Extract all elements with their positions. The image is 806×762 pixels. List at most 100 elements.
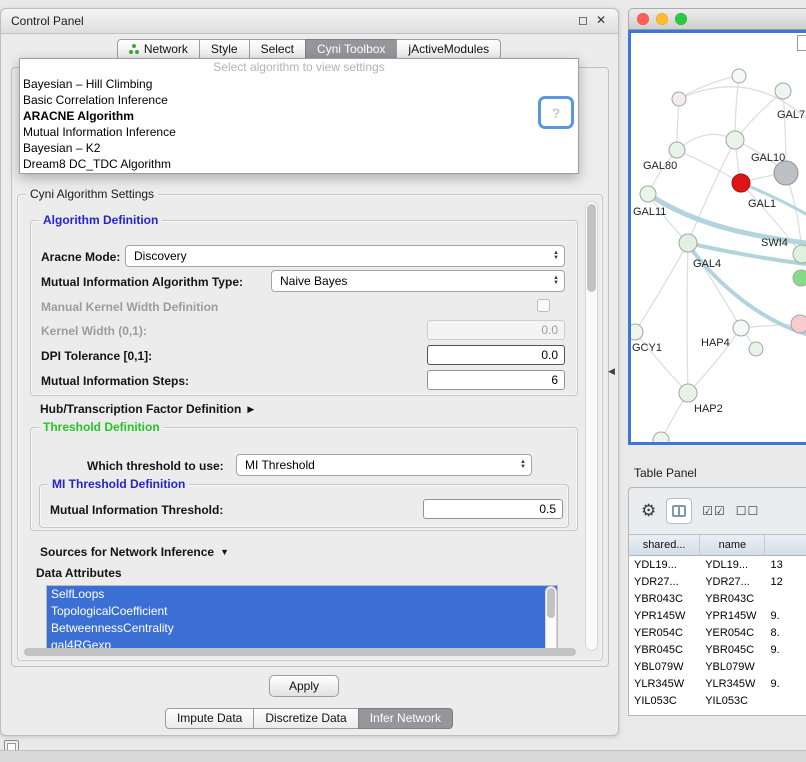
tab-impute-data[interactable]: Impute Data: [165, 708, 254, 729]
network-node-gal80[interactable]: [669, 142, 685, 158]
tab-select[interactable]: Select: [249, 39, 306, 60]
help-button[interactable]: ?: [538, 96, 574, 129]
aracne-mode-value: Discovery: [134, 249, 187, 263]
network-node[interactable]: [732, 69, 746, 83]
cyni-algorithm-settings-group: Cyni Algorithm Settings Algorithm Defini…: [17, 194, 603, 661]
settings-horizontal-scrollbar[interactable]: [24, 648, 576, 656]
settings-vertical-scrollbar[interactable]: [585, 201, 598, 651]
network-canvas[interactable]: GAL7GAL80GAL10GAL1GAL11GAL4SWI4GCY1HAP4H…: [628, 30, 806, 445]
kernel-width-field[interactable]: 0.0: [427, 320, 565, 340]
apply-button[interactable]: Apply: [269, 675, 339, 697]
network-node-gal1[interactable]: [732, 174, 750, 192]
network-node-hap4[interactable]: [749, 342, 763, 356]
attribute-item-betweennesscentrality[interactable]: BetweennessCentrality: [47, 620, 557, 637]
table-cell: 12: [765, 576, 806, 588]
network-edge[interactable]: [735, 91, 783, 140]
network-node-hap2[interactable]: [679, 384, 697, 402]
expanded-arrow-icon: ▼: [220, 547, 229, 557]
algorithm-option-mutual-information-inference[interactable]: Mutual Information Inference: [20, 124, 578, 140]
column-header-2[interactable]: [765, 535, 806, 555]
network-edge[interactable]: [677, 150, 741, 183]
minimize-traffic-light[interactable]: [656, 13, 668, 25]
network-node[interactable]: [672, 92, 686, 106]
hub-definition-toggle[interactable]: Hub/Transcription Factor Definition ▶: [40, 402, 254, 416]
gear-icon[interactable]: ⚙: [641, 501, 656, 521]
select-all-icon[interactable]: ☑☑: [702, 504, 726, 518]
mi-algorithm-type-select[interactable]: Naive Bayes ▲▼: [271, 270, 565, 292]
network-edge[interactable]: [735, 76, 739, 140]
network-node[interactable]: [653, 432, 669, 442]
float-window-icon[interactable]: ◻: [578, 13, 588, 27]
splitter-collapse-icon[interactable]: ◀: [608, 366, 615, 377]
node-label-gal4: GAL4: [693, 258, 721, 270]
show-columns-button[interactable]: [666, 498, 692, 524]
scrollbar-thumb[interactable]: [587, 204, 596, 292]
tab-jactivemodules[interactable]: jActiveModules: [396, 39, 501, 60]
network-node-gal10[interactable]: [726, 131, 744, 149]
table-row[interactable]: YBR045CYBR045C9.: [629, 641, 806, 658]
deselect-all-icon[interactable]: ☐☐: [736, 504, 760, 518]
data-attributes-list[interactable]: SelfLoopsTopologicalCoefficientBetweenne…: [46, 585, 558, 655]
network-edge[interactable]: [687, 243, 688, 393]
table-row[interactable]: YLR345WYLR345W9.: [629, 675, 806, 692]
control-panel-titlebar[interactable]: Control Panel ◻ ✕: [1, 9, 618, 34]
sources-toggle[interactable]: Sources for Network Inference ▼: [40, 545, 229, 559]
algorithm-dropdown-popup: Select algorithm to view settings Bayesi…: [19, 58, 579, 174]
table-row[interactable]: YPR145WYPR145W9.: [629, 607, 806, 624]
tab-bar: Network Style Select Cyni Toolbox jActiveMod…: [1, 39, 618, 60]
network-node[interactable]: [791, 315, 806, 333]
dpi-tolerance-field[interactable]: 0.0: [427, 345, 565, 365]
algorithm-option-basic-correlation-inference[interactable]: Basic Correlation Inference: [20, 92, 578, 108]
scrollbar-thumb[interactable]: [547, 588, 555, 618]
network-node[interactable]: [774, 161, 798, 185]
tab-cyni-toolbox[interactable]: Cyni Toolbox: [305, 39, 397, 60]
zoom-traffic-light[interactable]: [675, 13, 687, 25]
tab-network[interactable]: Network: [117, 39, 200, 60]
table-row[interactable]: YBR043CYBR043C: [629, 590, 806, 607]
aracne-mode-select[interactable]: Discovery ▲▼: [125, 245, 565, 267]
table-cell: YER054C: [629, 627, 700, 639]
algorithm-option-dream8-dc-tdc-algorithm[interactable]: Dream8 DC_TDC Algorithm: [20, 156, 578, 172]
network-edge[interactable]: [635, 243, 688, 332]
network-node-swi4[interactable]: [793, 245, 806, 263]
which-threshold-label: Which threshold to use:: [87, 459, 224, 473]
birdseye-overlay[interactable]: [797, 35, 806, 51]
tab-label: jActiveModules: [408, 40, 489, 59]
mi-steps-field[interactable]: 6: [427, 370, 565, 390]
manual-kernel-checkbox[interactable]: [537, 299, 550, 312]
which-threshold-select[interactable]: MI Threshold ▲▼: [236, 454, 532, 476]
chevron-updown-icon: ▲▼: [548, 276, 564, 286]
algorithm-option-bayesian-k2[interactable]: Bayesian – K2: [20, 140, 578, 156]
table-row[interactable]: YER054CYER054C8.: [629, 624, 806, 641]
table-toolbar: ⚙ ☑☑ ☐☐: [629, 488, 806, 534]
close-traffic-light[interactable]: [637, 13, 649, 25]
network-node-gal11[interactable]: [640, 186, 656, 202]
table-cell: YPR145W: [629, 610, 700, 622]
network-node-gcy1[interactable]: [631, 324, 643, 340]
attribute-item-topologicalcoefficient[interactable]: TopologicalCoefficient: [47, 603, 557, 620]
close-window-icon[interactable]: ✕: [596, 13, 606, 27]
network-node[interactable]: [793, 270, 806, 286]
algorithm-option-aracne-algorithm[interactable]: ARACNE Algorithm: [20, 108, 578, 124]
column-header-shared-[interactable]: shared...: [629, 535, 700, 555]
tab-label: Select: [261, 40, 294, 59]
table-row[interactable]: YIL053CYIL053C: [629, 692, 806, 709]
table-row[interactable]: YBL079WYBL079W: [629, 658, 806, 675]
tab-discretize-data[interactable]: Discretize Data: [253, 708, 358, 729]
network-node[interactable]: [733, 320, 749, 336]
attribute-item-selfloops[interactable]: SelfLoops: [47, 586, 557, 603]
mi-threshold-field[interactable]: 0.5: [423, 499, 563, 519]
column-header-name[interactable]: name: [700, 535, 765, 555]
network-window-titlebar[interactable]: [628, 8, 806, 30]
attributes-scrollbar[interactable]: [545, 586, 557, 654]
table-row[interactable]: YDR27...YDR27...12: [629, 573, 806, 590]
kernel-width-value: 0.0: [541, 323, 558, 337]
table-row[interactable]: YDL19...YDL19...13: [629, 556, 806, 573]
algorithm-option-bayesian-hill-climbing[interactable]: Bayesian – Hill Climbing: [20, 76, 578, 92]
tab-infer-network[interactable]: Infer Network: [358, 708, 453, 729]
tab-label: Network: [144, 40, 188, 59]
tab-style[interactable]: Style: [199, 39, 250, 60]
network-node-gal7[interactable]: [775, 83, 791, 99]
table-header-row: shared...name: [629, 534, 806, 556]
network-node-gal4[interactable]: [679, 234, 697, 252]
